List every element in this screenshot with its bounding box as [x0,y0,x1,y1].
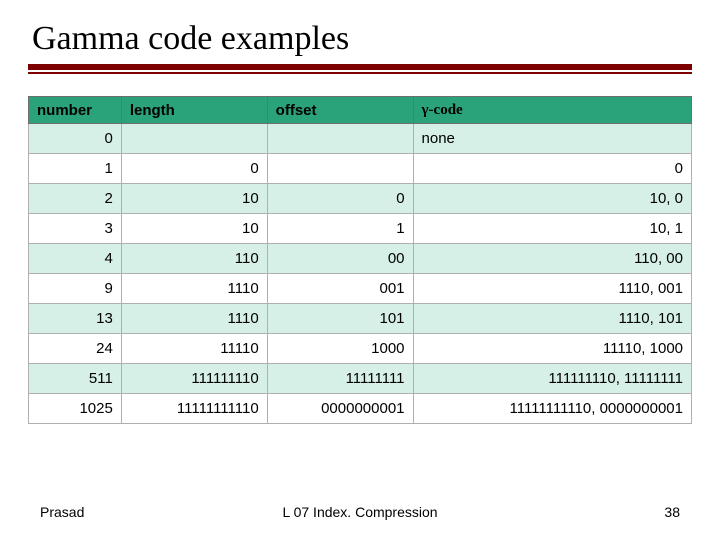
gamma-code-table: number length offset γ-code 0 none 1 0 0… [28,96,692,424]
cell-length: 0 [121,154,267,184]
table-row: 24 11110 1000 11110, 1000 [29,334,692,364]
cell-offset: 11111111 [267,364,413,394]
table-row: 3 10 1 10, 1 [29,214,692,244]
slide-footer: Prasad L 07 Index. Compression 38 [0,504,720,520]
cell-offset [267,154,413,184]
table-row: 511 111111110 11111111 111111110, 111111… [29,364,692,394]
cell-number: 13 [29,304,122,334]
cell-number: 4 [29,244,122,274]
cell-code: 11111111110, 0000000001 [413,394,691,424]
cell-offset: 1 [267,214,413,244]
cell-offset: 101 [267,304,413,334]
page-title: Gamma code examples [28,20,692,58]
cell-code: 10, 1 [413,214,691,244]
cell-length: 110 [121,244,267,274]
cell-number: 2 [29,184,122,214]
col-offset: offset [267,97,413,124]
cell-number: 0 [29,124,122,154]
cell-offset: 00 [267,244,413,274]
cell-length: 11110 [121,334,267,364]
cell-code: 1110, 001 [413,274,691,304]
table-row: 1 0 0 [29,154,692,184]
table-header-row: number length offset γ-code [29,97,692,124]
cell-length: 111111110 [121,364,267,394]
cell-length: 10 [121,184,267,214]
cell-length: 1110 [121,304,267,334]
cell-offset: 001 [267,274,413,304]
footer-title: L 07 Index. Compression [0,504,720,520]
cell-offset: 0 [267,184,413,214]
col-code: γ-code [413,97,691,124]
cell-number: 1 [29,154,122,184]
cell-length: 10 [121,214,267,244]
cell-number: 511 [29,364,122,394]
cell-code: none [413,124,691,154]
cell-length: 1110 [121,274,267,304]
cell-offset: 0000000001 [267,394,413,424]
col-length: length [121,97,267,124]
cell-code: 1110, 101 [413,304,691,334]
table-row: 1025 11111111110 0000000001 11111111110,… [29,394,692,424]
cell-code: 0 [413,154,691,184]
table-row: 2 10 0 10, 0 [29,184,692,214]
cell-length: 11111111110 [121,394,267,424]
cell-code: 10, 0 [413,184,691,214]
cell-offset: 1000 [267,334,413,364]
cell-number: 9 [29,274,122,304]
table-row: 9 1110 001 1110, 001 [29,274,692,304]
table-row: 13 1110 101 1110, 101 [29,304,692,334]
table-row: 4 110 00 110, 00 [29,244,692,274]
cell-code: 11110, 1000 [413,334,691,364]
cell-number: 24 [29,334,122,364]
cell-code: 110, 00 [413,244,691,274]
cell-number: 1025 [29,394,122,424]
col-number: number [29,97,122,124]
cell-offset [267,124,413,154]
cell-code: 111111110, 11111111 [413,364,691,394]
cell-number: 3 [29,214,122,244]
cell-length [121,124,267,154]
table-row: 0 none [29,124,692,154]
title-rules [28,64,692,74]
